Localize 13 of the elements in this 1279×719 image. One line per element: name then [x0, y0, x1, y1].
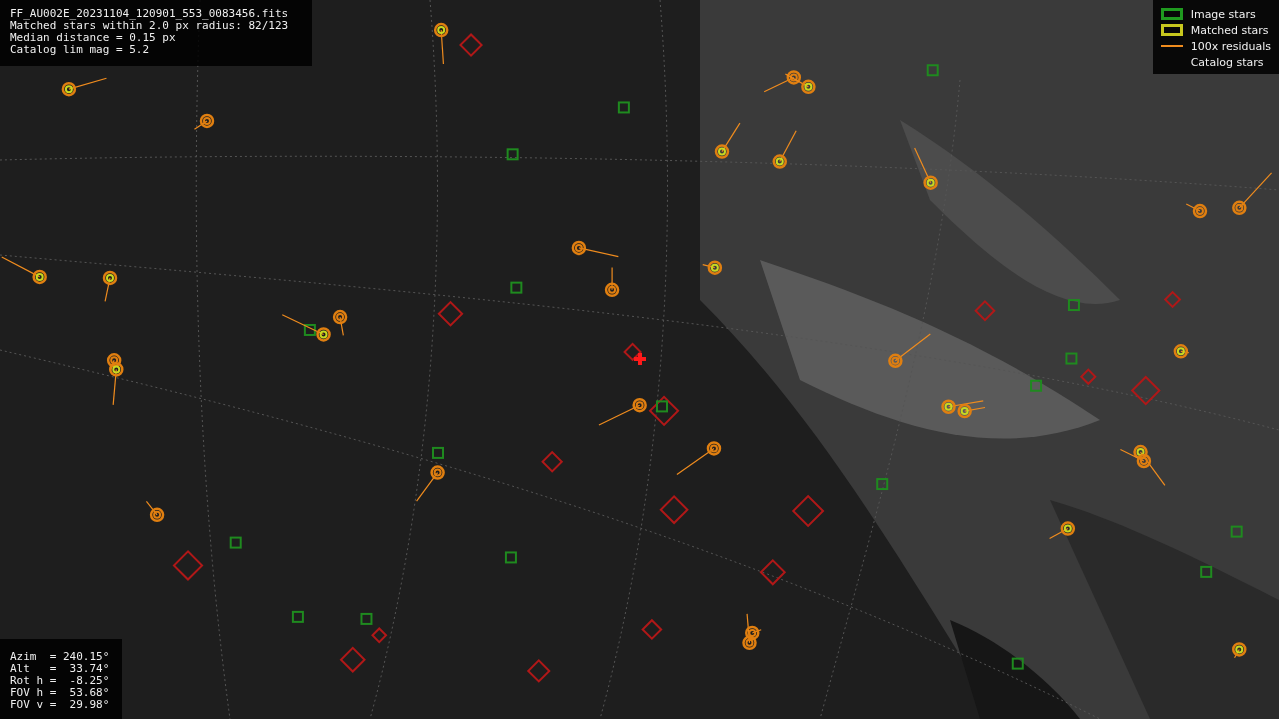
info-text: FOV h = 53.68°	[10, 687, 111, 699]
header-text: Catalog lim mag = 5.2	[10, 44, 151, 56]
header-text: Median distance = 0.15 px	[10, 32, 177, 44]
info-text: FOV v = 29.98°	[10, 699, 111, 711]
info-text: Azim = 240.15°	[10, 651, 111, 663]
info-text: Rot h = -8.25°	[10, 675, 111, 687]
info-text: Alt = 33.74°	[10, 663, 111, 675]
legend-label: Catalog stars	[1190, 55, 1264, 69]
header-text: FF_AU002E_20231104_120901_553_0083456.fits	[10, 8, 290, 20]
legend-label: Matched stars	[1190, 23, 1269, 37]
header-text: Matched stars within 2.0 px radius: 82/123	[10, 20, 290, 32]
legend-label: Image stars	[1190, 7, 1256, 21]
legend-label: 100x residuals	[1190, 39, 1271, 53]
